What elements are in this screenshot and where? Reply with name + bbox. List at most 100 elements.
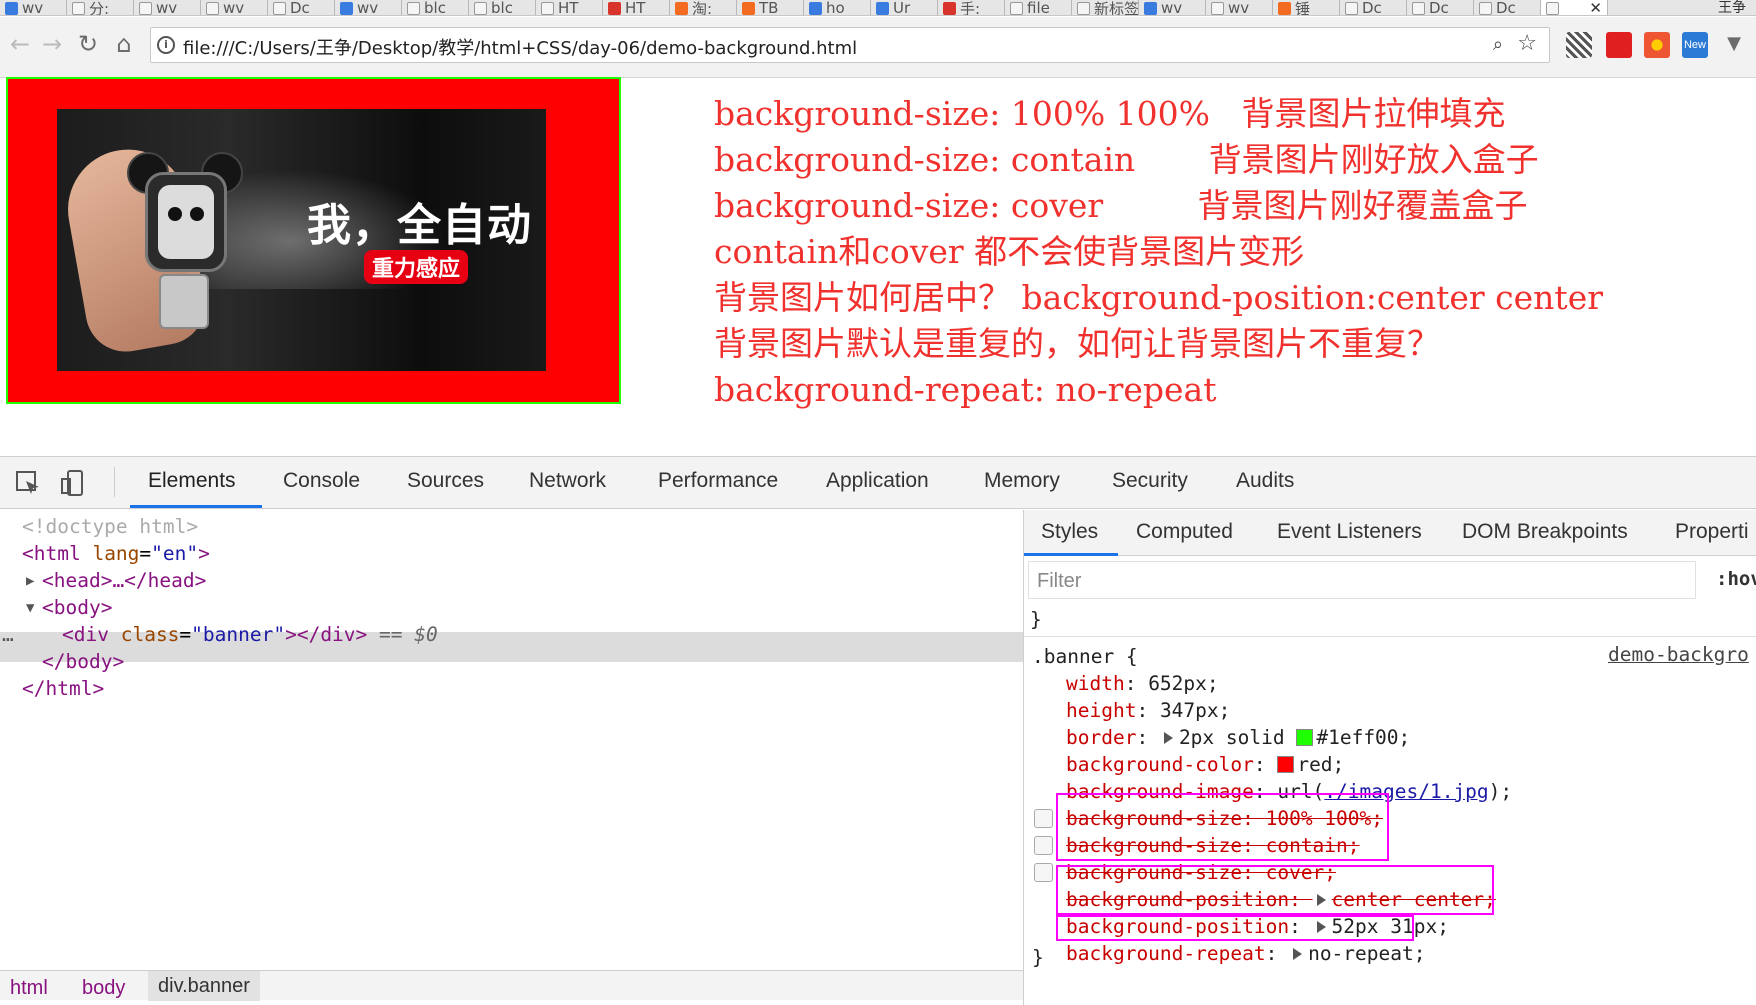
new-extension-icon[interactable]: New <box>1682 32 1708 58</box>
css-declaration[interactable]: background-repeat: no-repeat; <box>1066 940 1425 967</box>
css-property-name: background-color <box>1066 753 1254 776</box>
browser-tab[interactable]: ✕ <box>1541 0 1608 15</box>
browser-tab[interactable]: 新标签 <box>1072 0 1139 16</box>
browser-tab[interactable]: 淘: <box>670 0 737 15</box>
browser-tab[interactable]: wv <box>134 0 201 15</box>
devtools-tab-console[interactable]: Console <box>283 469 360 493</box>
forward-arrow-icon[interactable]: → <box>40 32 64 56</box>
body-node[interactable]: <body> <box>42 593 112 623</box>
devtools-tab-network[interactable]: Network <box>529 469 606 493</box>
rule-divider <box>1024 636 1756 637</box>
devtools-tab-memory[interactable]: Memory <box>984 469 1060 493</box>
browser-tab[interactable]: HT <box>536 0 603 15</box>
css-declaration[interactable]: width: 652px; <box>1066 670 1219 697</box>
address-url[interactable]: file:///C:/Users/王争/Desktop/教学/html+CSS/… <box>183 34 857 60</box>
styles-tab-dom-breakpoints[interactable]: DOM Breakpoints <box>1462 520 1628 544</box>
reload-icon[interactable]: ↻ <box>76 32 100 56</box>
rule-selector[interactable]: .banner { <box>1032 643 1138 670</box>
devtools-tab-performance[interactable]: Performance <box>658 469 778 493</box>
close-tab-icon[interactable]: ✕ <box>1589 0 1602 15</box>
browser-tab[interactable]: Dc <box>1474 0 1541 16</box>
css-declaration[interactable]: border: 2px solid #1eff00; <box>1066 724 1410 751</box>
devtools-tab-application[interactable]: Application <box>826 469 929 493</box>
address-bar[interactable]: i file:///C:/Users/王争/Desktop/教学/html+CS… <box>150 27 1550 63</box>
styles-tab-event-listeners[interactable]: Event Listeners <box>1277 520 1422 544</box>
tab-label: TB <box>759 0 779 16</box>
home-icon[interactable]: ⌂ <box>112 32 136 56</box>
window-user-label[interactable]: 王争 <box>1708 0 1756 15</box>
tab-label: wv <box>22 0 44 16</box>
head-node[interactable]: <head>…</head> <box>42 566 206 596</box>
browser-tab[interactable]: wv <box>1139 0 1206 15</box>
devtools-tab-security[interactable]: Security <box>1112 469 1188 493</box>
qr-code-icon[interactable] <box>1566 32 1592 58</box>
property-checkbox[interactable] <box>1034 809 1053 828</box>
expand-triangle-icon[interactable]: ▶ <box>26 566 34 596</box>
tab-label: Dc <box>1496 0 1516 16</box>
doc-icon <box>541 1 554 15</box>
browser-tab[interactable]: 分: <box>67 0 134 15</box>
browser-tab[interactable]: wv <box>0 0 67 16</box>
css-property-value: 652px; <box>1148 672 1219 695</box>
device-toolbar-icon[interactable] <box>60 469 88 497</box>
color-swatch-icon[interactable] <box>1296 729 1314 746</box>
property-checkbox[interactable] <box>1034 836 1053 855</box>
breadcrumb-div-banner[interactable]: div.banner <box>148 971 260 1001</box>
browser-tab[interactable]: wv <box>201 0 268 15</box>
browser-tab[interactable]: Dc <box>268 0 335 15</box>
devtools-tab-elements[interactable]: Elements <box>148 469 236 493</box>
collapse-triangle-icon[interactable]: ▼ <box>26 593 34 623</box>
breadcrumb-body[interactable]: body <box>82 977 125 1000</box>
html-node[interactable]: <html lang="en"> <box>22 539 210 569</box>
browser-tab[interactable]: Dc <box>1340 0 1407 16</box>
inspect-cursor-icon[interactable] <box>14 469 42 497</box>
devtools-tab-sources[interactable]: Sources <box>407 469 484 493</box>
browser-tab[interactable]: blc <box>402 0 469 15</box>
property-checkbox[interactable] <box>1034 863 1053 882</box>
styles-tab-properti[interactable]: Properti <box>1675 520 1749 544</box>
breadcrumb-html[interactable]: html <box>10 977 48 1000</box>
devtools-tab-audits[interactable]: Audits <box>1236 469 1294 493</box>
tab-label: 新标签 <box>1094 0 1139 16</box>
info-icon[interactable]: i <box>157 36 175 54</box>
styles-tab-computed[interactable]: Computed <box>1136 520 1233 544</box>
color-swatch-icon[interactable] <box>1277 756 1295 773</box>
banner-box: 我，全自动 重力感应 <box>6 77 621 404</box>
css-property-value: 2px solid <box>1178 726 1285 749</box>
expand-triangle-icon[interactable] <box>1293 948 1303 960</box>
infinity-extension-icon[interactable] <box>1644 32 1670 58</box>
rule-source-link[interactable]: demo-backgro <box>1608 643 1749 666</box>
browser-tab[interactable]: file <box>1005 0 1072 15</box>
doctype-node[interactable]: <!doctype html> <box>22 512 198 542</box>
expand-triangle-icon[interactable] <box>1163 732 1173 744</box>
banner-background-image: 我，全自动 重力感应 <box>57 109 546 371</box>
css-declaration[interactable]: height: 347px; <box>1066 697 1230 724</box>
browser-tab[interactable]: HT <box>603 0 670 15</box>
browser-tab[interactable]: wv <box>335 0 402 15</box>
fe-extension-icon[interactable] <box>1606 32 1632 58</box>
div-banner-node[interactable]: <div class="banner"></div> == $0 <box>62 620 438 650</box>
browser-tab[interactable]: Ur <box>871 0 938 15</box>
color-value: red; <box>1297 753 1345 776</box>
hov-toggle[interactable]: :hov <box>1716 568 1756 590</box>
browser-tab[interactable]: Dc <box>1407 0 1474 15</box>
html-close-node[interactable]: </html> <box>22 674 104 704</box>
c-icon <box>474 1 487 15</box>
body-close-node[interactable]: </body> <box>42 647 124 677</box>
styles-tab-styles[interactable]: Styles <box>1041 520 1098 544</box>
browser-tab[interactable]: TB <box>737 0 804 16</box>
browser-tab[interactable]: blc <box>469 0 536 15</box>
browser-tab[interactable]: 锤 <box>1273 0 1340 15</box>
css-declaration[interactable]: background-color: red; <box>1066 751 1344 778</box>
menu-icon[interactable]: ▼ <box>1722 32 1746 56</box>
browser-tab[interactable]: ho <box>804 0 871 15</box>
tab-label: Dc <box>1362 0 1382 16</box>
zoom-icon[interactable]: ⌕ <box>1493 34 1503 55</box>
styles-filter-input[interactable]: Filter <box>1028 561 1696 599</box>
browser-tab[interactable]: 手: <box>938 0 1005 15</box>
star-icon[interactable]: ☆ <box>1517 31 1537 56</box>
back-arrow-icon[interactable]: ← <box>8 32 32 56</box>
more-dots-icon[interactable]: … <box>2 620 14 650</box>
note-line: background-size: contain 背景图片刚好放入盒子 <box>714 140 1539 179</box>
browser-tab[interactable]: wv <box>1206 0 1273 15</box>
